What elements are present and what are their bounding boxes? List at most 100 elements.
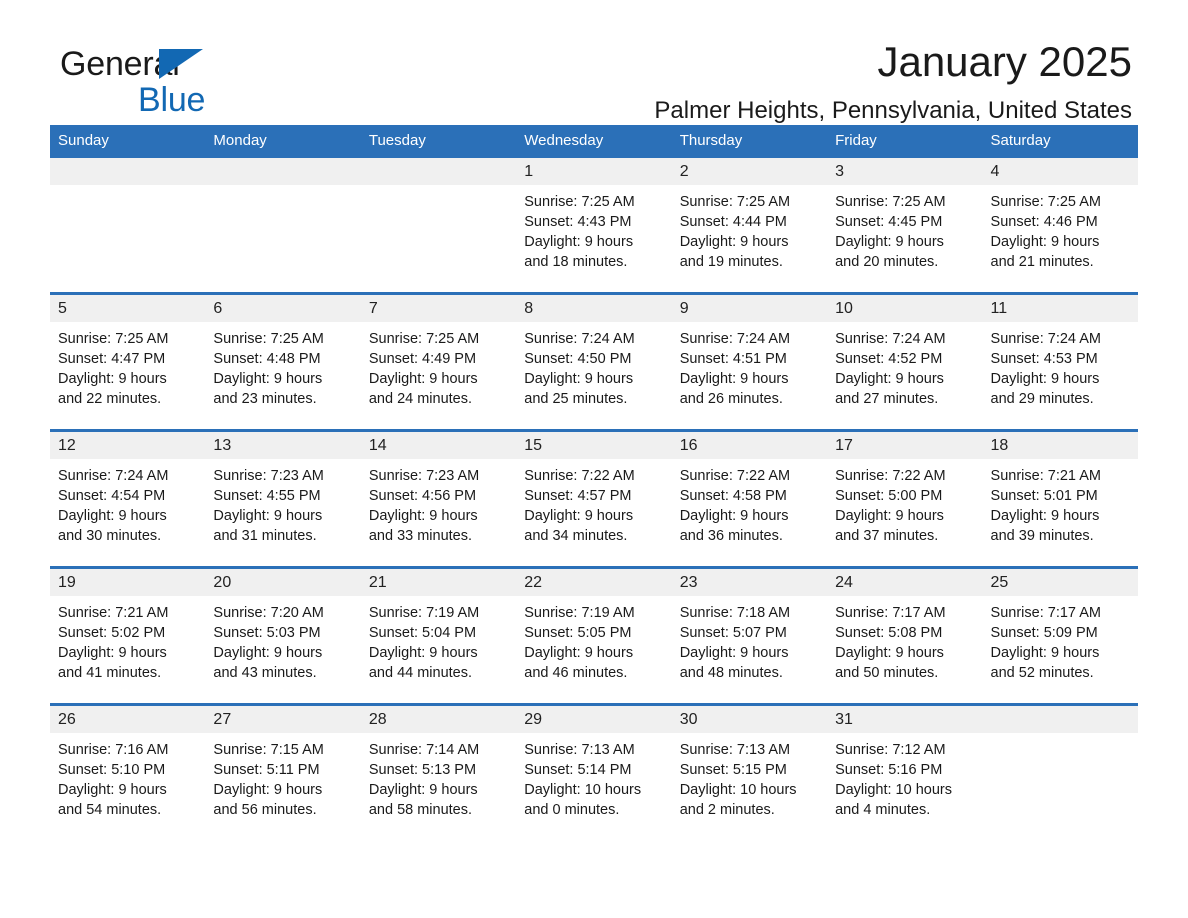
calendar-day-cell[interactable]: 23 Sunrise: 7:18 AM Sunset: 5:07 PM Dayligh… — [671, 566, 828, 705]
calendar-day-cell[interactable]: 29 Sunrise: 7:13 AM Sunset: 5:14 PM Dayligh… — [516, 703, 672, 840]
day-details: Sunrise: 7:25 AM Sunset: 4:49 PM Daylight:… — [361, 322, 516, 429]
day-details: Sunrise: 7:25 AM Sunset: 4:47 PM Daylight:… — [50, 322, 205, 429]
calendar-week-row: 1 Sunrise: 7:25 AM Sunset: 4:43 PM Daylight… — [50, 158, 1138, 294]
calendar-day-cell[interactable]: 4 Sunrise: 7:25 AM Sunset: 4:46 PM Daylight… — [982, 158, 1138, 294]
day-number: 17 — [827, 432, 983, 459]
day-number: 6 — [205, 295, 361, 322]
sunset-time: Sunset: 4:54 PM — [58, 488, 166, 504]
daylight-duration-line1: Daylight: 9 hours — [679, 645, 789, 661]
calendar-day-cell[interactable]: 11 Sunrise: 7:24 AM Sunset: 4:53 PM Dayligh… — [982, 292, 1138, 431]
daylight-duration-line1: Daylight: 9 hours — [990, 234, 1100, 250]
day-details: Sunrise: 7:17 AM Sunset: 5:09 PM Daylight:… — [983, 596, 1138, 703]
page-header: General Blue January 2025 Palmer Heights… — [50, 0, 1138, 124]
calendar-day-cell[interactable]: 25 Sunrise: 7:17 AM Sunset: 5:09 PM Dayligh… — [982, 566, 1138, 705]
generalblue-logo[interactable]: General Blue — [60, 45, 320, 120]
calendar-day-cell[interactable]: 8 Sunrise: 7:24 AM Sunset: 4:50 PM Daylight… — [516, 292, 672, 431]
calendar-day-cell[interactable]: 3 Sunrise: 7:25 AM Sunset: 4:45 PM Daylight… — [827, 158, 983, 294]
calendar-day-cell[interactable]: 17 Sunrise: 7:22 AM Sunset: 5:00 PM Dayligh… — [827, 429, 983, 568]
daylight-duration-line2: and 21 minutes. — [990, 254, 1094, 270]
calendar-day-cell[interactable]: 13 Sunrise: 7:23 AM Sunset: 4:55 PM Dayligh… — [205, 429, 361, 568]
sunset-time: Sunset: 5:08 PM — [835, 625, 943, 641]
sunset-time: Sunset: 5:02 PM — [58, 625, 166, 641]
daylight-duration-line1: Daylight: 9 hours — [213, 371, 323, 387]
calendar-day-cell[interactable]: 31 Sunrise: 7:12 AM Sunset: 5:16 PM Dayligh… — [827, 703, 983, 840]
day-number: 20 — [205, 569, 361, 596]
daylight-duration-line2: and 36 minutes. — [679, 528, 783, 544]
daylight-duration-line1: Daylight: 9 hours — [213, 782, 323, 798]
sunset-time: Sunset: 4:52 PM — [835, 351, 943, 367]
day-details: Sunrise: 7:23 AM Sunset: 4:56 PM Daylight:… — [361, 459, 516, 566]
sunset-time: Sunset: 5:15 PM — [679, 762, 787, 778]
sunset-time: Sunset: 4:48 PM — [213, 351, 321, 367]
sunrise-time: Sunrise: 7:17 AM — [990, 605, 1101, 621]
daylight-duration-line2: and 33 minutes. — [368, 528, 473, 544]
daylight-duration-line2: and 37 minutes. — [835, 528, 939, 544]
day-number: 2 — [671, 158, 828, 185]
calendar-day-cell[interactable]: 1 Sunrise: 7:25 AM Sunset: 4:43 PM Daylight… — [516, 158, 672, 294]
sunrise-time: Sunrise: 7:24 AM — [524, 331, 635, 347]
sunset-time: Sunset: 5:13 PM — [368, 762, 477, 778]
calendar-day-cell[interactable]: 28 Sunrise: 7:14 AM Sunset: 5:13 PM Dayligh… — [360, 703, 517, 840]
weekday-header-saturday: Saturday — [982, 125, 1138, 158]
calendar-day-cell-empty — [50, 158, 206, 294]
day-details: Sunrise: 7:24 AM Sunset: 4:54 PM Daylight:… — [50, 459, 205, 566]
day-details: Sunrise: 7:15 AM Sunset: 5:11 PM Daylight:… — [205, 733, 360, 840]
calendar-day-cell[interactable]: 12 Sunrise: 7:24 AM Sunset: 4:54 PM Dayligh… — [50, 429, 206, 568]
calendar-day-cell[interactable]: 22 Sunrise: 7:19 AM Sunset: 5:05 PM Dayligh… — [516, 566, 672, 705]
daylight-duration-line1: Daylight: 9 hours — [524, 645, 634, 661]
calendar-day-cell[interactable]: 2 Sunrise: 7:25 AM Sunset: 4:44 PM Daylight… — [671, 158, 828, 294]
day-number: 28 — [360, 706, 517, 733]
sunset-time: Sunset: 5:07 PM — [679, 625, 787, 641]
sunset-time: Sunset: 5:09 PM — [990, 625, 1098, 641]
sunrise-time: Sunrise: 7:16 AM — [58, 742, 169, 758]
day-number: 29 — [516, 706, 672, 733]
sunrise-time: Sunrise: 7:12 AM — [835, 742, 946, 758]
daylight-duration-line2: and 23 minutes. — [213, 391, 317, 407]
daylight-duration-line2: and 30 minutes. — [58, 528, 162, 544]
daylight-duration-line1: Daylight: 9 hours — [990, 645, 1100, 661]
calendar-day-cell[interactable]: 26 Sunrise: 7:16 AM Sunset: 5:10 PM Dayligh… — [50, 703, 206, 840]
daylight-duration-line2: and 26 minutes. — [679, 391, 783, 407]
sunrise-time: Sunrise: 7:21 AM — [990, 468, 1101, 484]
calendar-day-cell[interactable]: 7 Sunrise: 7:25 AM Sunset: 4:49 PM Daylight… — [360, 292, 517, 431]
sunrise-time: Sunrise: 7:13 AM — [524, 742, 635, 758]
daylight-duration-line1: Daylight: 9 hours — [524, 371, 634, 387]
calendar-day-cell[interactable]: 15 Sunrise: 7:22 AM Sunset: 4:57 PM Dayligh… — [516, 429, 672, 568]
day-details — [205, 185, 360, 292]
calendar-day-cell[interactable]: 24 Sunrise: 7:17 AM Sunset: 5:08 PM Dayligh… — [827, 566, 983, 705]
day-details: Sunrise: 7:25 AM Sunset: 4:46 PM Daylight:… — [983, 185, 1138, 292]
day-number: 8 — [516, 295, 672, 322]
day-details: Sunrise: 7:21 AM Sunset: 5:02 PM Daylight:… — [50, 596, 205, 703]
daylight-duration-line1: Daylight: 9 hours — [679, 508, 789, 524]
day-details: Sunrise: 7:22 AM Sunset: 4:57 PM Daylight:… — [516, 459, 671, 566]
calendar-week-row: 5 Sunrise: 7:25 AM Sunset: 4:47 PM Daylight… — [50, 292, 1138, 431]
calendar-day-cell[interactable]: 16 Sunrise: 7:22 AM Sunset: 4:58 PM Dayligh… — [671, 429, 828, 568]
calendar-day-cell[interactable]: 6 Sunrise: 7:25 AM Sunset: 4:48 PM Daylight… — [205, 292, 361, 431]
day-number: 31 — [827, 706, 983, 733]
calendar-day-cell[interactable]: 19 Sunrise: 7:21 AM Sunset: 5:02 PM Dayligh… — [50, 566, 206, 705]
daylight-duration-line1: Daylight: 9 hours — [679, 234, 789, 250]
sunset-time: Sunset: 4:45 PM — [835, 214, 943, 230]
daylight-duration-line2: and 52 minutes. — [990, 665, 1094, 681]
calendar-day-cell[interactable]: 5 Sunrise: 7:25 AM Sunset: 4:47 PM Daylight… — [50, 292, 206, 431]
daylight-duration-line2: and 25 minutes. — [524, 391, 628, 407]
sunset-time: Sunset: 4:51 PM — [679, 351, 787, 367]
day-details: Sunrise: 7:24 AM Sunset: 4:51 PM Daylight:… — [672, 322, 827, 429]
day-number: 15 — [516, 432, 672, 459]
calendar-day-cell[interactable]: 10 Sunrise: 7:24 AM Sunset: 4:52 PM Dayligh… — [827, 292, 983, 431]
calendar-day-cell[interactable]: 30 Sunrise: 7:13 AM Sunset: 5:15 PM Dayligh… — [671, 703, 828, 840]
sunset-time: Sunset: 5:14 PM — [524, 762, 632, 778]
calendar-day-cell[interactable]: 27 Sunrise: 7:15 AM Sunset: 5:11 PM Dayligh… — [205, 703, 361, 840]
daylight-duration-line2: and 46 minutes. — [524, 665, 628, 681]
daylight-duration-line2: and 54 minutes. — [58, 802, 162, 818]
day-details: Sunrise: 7:18 AM Sunset: 5:07 PM Daylight:… — [672, 596, 827, 703]
daylight-duration-line2: and 56 minutes. — [213, 802, 317, 818]
calendar-day-cell[interactable]: 14 Sunrise: 7:23 AM Sunset: 4:56 PM Dayligh… — [360, 429, 517, 568]
calendar-day-cell[interactable]: 20 Sunrise: 7:20 AM Sunset: 5:03 PM Dayligh… — [205, 566, 361, 705]
calendar-day-cell[interactable]: 9 Sunrise: 7:24 AM Sunset: 4:51 PM Daylight… — [671, 292, 828, 431]
calendar-day-cell[interactable]: 18 Sunrise: 7:21 AM Sunset: 5:01 PM Dayligh… — [982, 429, 1138, 568]
sunset-time: Sunset: 5:04 PM — [368, 625, 477, 641]
daylight-duration-line2: and 58 minutes. — [368, 802, 473, 818]
weekday-header-wednesday: Wednesday — [516, 125, 672, 158]
calendar-day-cell[interactable]: 21 Sunrise: 7:19 AM Sunset: 5:04 PM Dayligh… — [360, 566, 517, 705]
